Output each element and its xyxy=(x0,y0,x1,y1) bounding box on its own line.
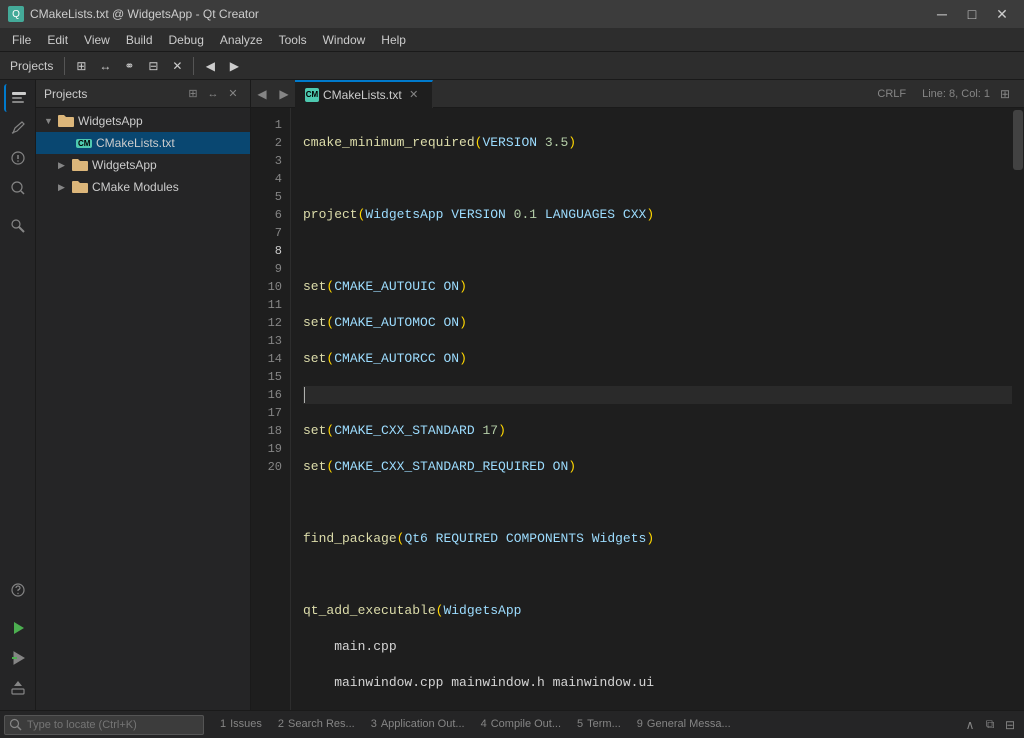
tree-arrow-widgetsapp: ▼ xyxy=(44,116,58,126)
project-root-icon xyxy=(58,113,74,129)
split-button[interactable]: ⊟ xyxy=(142,55,164,77)
sidebar-item-deploy[interactable] xyxy=(4,674,32,702)
bottom-tab-search[interactable]: 2 Search Res... xyxy=(270,711,363,738)
locate-input[interactable] xyxy=(23,719,203,731)
sub-folder-icon xyxy=(72,157,88,173)
tree-label-cmakelists: CMakeLists.txt xyxy=(96,136,175,150)
bottom-panel: 1 Issues 2 Search Res... 3 Application O… xyxy=(0,710,1024,738)
menu-help[interactable]: Help xyxy=(373,31,414,49)
menu-build[interactable]: Build xyxy=(118,31,161,49)
panel-header: Projects ⊞ ↔ ✕ xyxy=(36,80,250,108)
cmake-modules-icon xyxy=(72,179,88,195)
close-editor-button[interactable]: ✕ xyxy=(166,55,188,77)
left-sidebar xyxy=(0,80,36,710)
line-col-status: Line: 8, Col: 1 xyxy=(922,88,990,100)
filter-button[interactable]: ⊞ xyxy=(70,55,92,77)
extend-editor-btn[interactable]: ⊞ xyxy=(994,80,1016,108)
bottom-tab-issues[interactable]: 1 Issues xyxy=(212,711,270,738)
window-title: CMakeLists.txt @ WidgetsApp - Qt Creator xyxy=(30,7,259,21)
toolbar-separator xyxy=(64,57,65,75)
panel-filter-btn[interactable]: ⊞ xyxy=(184,85,202,103)
menu-tools[interactable]: Tools xyxy=(271,31,315,49)
menu-edit[interactable]: Edit xyxy=(39,31,76,49)
code-editor[interactable]: 1 2 3 4 5 6 7 8 9 10 11 12 13 14 15 16 1… xyxy=(251,108,1024,710)
line-numbers: 1 2 3 4 5 6 7 8 9 10 11 12 13 14 15 16 1… xyxy=(251,108,291,710)
bottom-tab-general[interactable]: 9 General Messa... xyxy=(629,711,739,738)
tree-arrow-cmake-modules: ▶ xyxy=(58,182,72,193)
sync-button[interactable]: ↔ xyxy=(94,55,116,77)
menu-bar: File Edit View Build Debug Analyze Tools… xyxy=(0,28,1024,52)
pin-button[interactable]: ⚭ xyxy=(118,55,140,77)
toolbar: Projects ⊞ ↔ ⚭ ⊟ ✕ ◀ ▶ xyxy=(0,52,1024,80)
encoding-status: CRLF xyxy=(877,88,906,100)
sidebar-item-search[interactable] xyxy=(4,174,32,202)
scrollbar-thumb[interactable] xyxy=(1013,110,1023,170)
search-icon xyxy=(9,718,23,732)
main-area: Projects ⊞ ↔ ✕ ▼ WidgetsApp xyxy=(0,80,1024,710)
menu-analyze[interactable]: Analyze xyxy=(212,31,271,49)
sidebar-item-issues[interactable] xyxy=(4,144,32,172)
tab-nav-left[interactable]: ◀ xyxy=(251,80,273,108)
minimize-button[interactable]: ─ xyxy=(928,3,956,25)
sidebar-item-debug[interactable] xyxy=(4,644,32,672)
maximize-button[interactable]: □ xyxy=(958,3,986,25)
sidebar-item-projects[interactable] xyxy=(4,84,32,112)
project-panel: Projects ⊞ ↔ ✕ ▼ WidgetsApp xyxy=(36,80,251,710)
tab-label: CMakeLists.txt xyxy=(323,88,402,102)
bottom-tab-term[interactable]: 5 Term... xyxy=(569,711,629,738)
cmake-file-icon: CM xyxy=(76,135,92,151)
editor-area: ◀ ▶ CM CMakeLists.txt ✕ CRLF Line: 8, Co… xyxy=(251,80,1024,710)
menu-view[interactable]: View xyxy=(76,31,118,49)
panel-header-buttons: ⊞ ↔ ✕ xyxy=(184,85,242,103)
title-bar: Q CMakeLists.txt @ WidgetsApp - Qt Creat… xyxy=(0,0,1024,28)
bottom-tab-compileout[interactable]: 4 Compile Out... xyxy=(473,711,569,738)
sidebar-item-run[interactable] xyxy=(4,614,32,642)
tree-item-widgetsapp-root[interactable]: ▼ WidgetsApp xyxy=(36,110,250,132)
tab-cmake-icon: CM xyxy=(305,88,319,102)
editor-scrollbar[interactable] xyxy=(1012,108,1024,710)
tree-item-widgetsapp-sub[interactable]: ▶ WidgetsApp xyxy=(36,154,250,176)
tree-arrow-widgetsapp-sub: ▶ xyxy=(58,160,72,171)
tree-label-widgetsapp-root: WidgetsApp xyxy=(78,114,143,128)
menu-debug[interactable]: Debug xyxy=(161,31,212,49)
bottom-chevron-btn[interactable]: ∧ xyxy=(960,715,980,735)
close-button[interactable]: ✕ xyxy=(988,3,1016,25)
menu-file[interactable]: File xyxy=(4,31,39,49)
code-content[interactable]: cmake_minimum_required(VERSION 3.5) proj… xyxy=(291,108,1024,710)
sidebar-item-help[interactable] xyxy=(4,576,32,604)
nav-forward-button[interactable]: ▶ xyxy=(223,55,245,77)
window-controls: ─ □ ✕ xyxy=(928,3,1016,25)
nav-back-button[interactable]: ◀ xyxy=(199,55,221,77)
bottom-layout2-btn[interactable]: ⊟ xyxy=(1000,715,1020,735)
tree-label-widgetsapp-sub: WidgetsApp xyxy=(92,158,157,172)
sidebar-item-edit[interactable] xyxy=(4,114,32,142)
tree-item-cmake-modules[interactable]: ▶ CMake Modules xyxy=(36,176,250,198)
panel-sync-btn[interactable]: ↔ xyxy=(204,85,222,103)
toolbar-separator-2 xyxy=(193,57,194,75)
tree-item-cmakelists[interactable]: CM CMakeLists.txt xyxy=(36,132,250,154)
tree-label-cmake-modules: CMake Modules xyxy=(92,180,179,194)
tab-cmakelists[interactable]: CM CMakeLists.txt ✕ xyxy=(295,80,433,108)
bottom-tab-appout[interactable]: 3 Application Out... xyxy=(363,711,473,738)
sidebar-item-tools[interactable] xyxy=(4,212,32,240)
bottom-tab-controls: ∧ ⧉ ⊟ xyxy=(960,715,1020,735)
projects-label: Projects xyxy=(4,59,59,73)
app-icon: Q xyxy=(8,6,24,22)
tab-nav-right[interactable]: ▶ xyxy=(273,80,295,108)
menu-window[interactable]: Window xyxy=(315,31,374,49)
bottom-layout1-btn[interactable]: ⧉ xyxy=(980,715,1000,735)
panel-close-btn[interactable]: ✕ xyxy=(224,85,242,103)
tab-bar: ◀ ▶ CM CMakeLists.txt ✕ CRLF Line: 8, Co… xyxy=(251,80,1024,108)
project-tree: ▼ WidgetsApp CM CMakeLists.txt ▶ xyxy=(36,108,250,710)
tab-close-btn[interactable]: ✕ xyxy=(406,87,422,103)
panel-title: Projects xyxy=(44,87,87,101)
